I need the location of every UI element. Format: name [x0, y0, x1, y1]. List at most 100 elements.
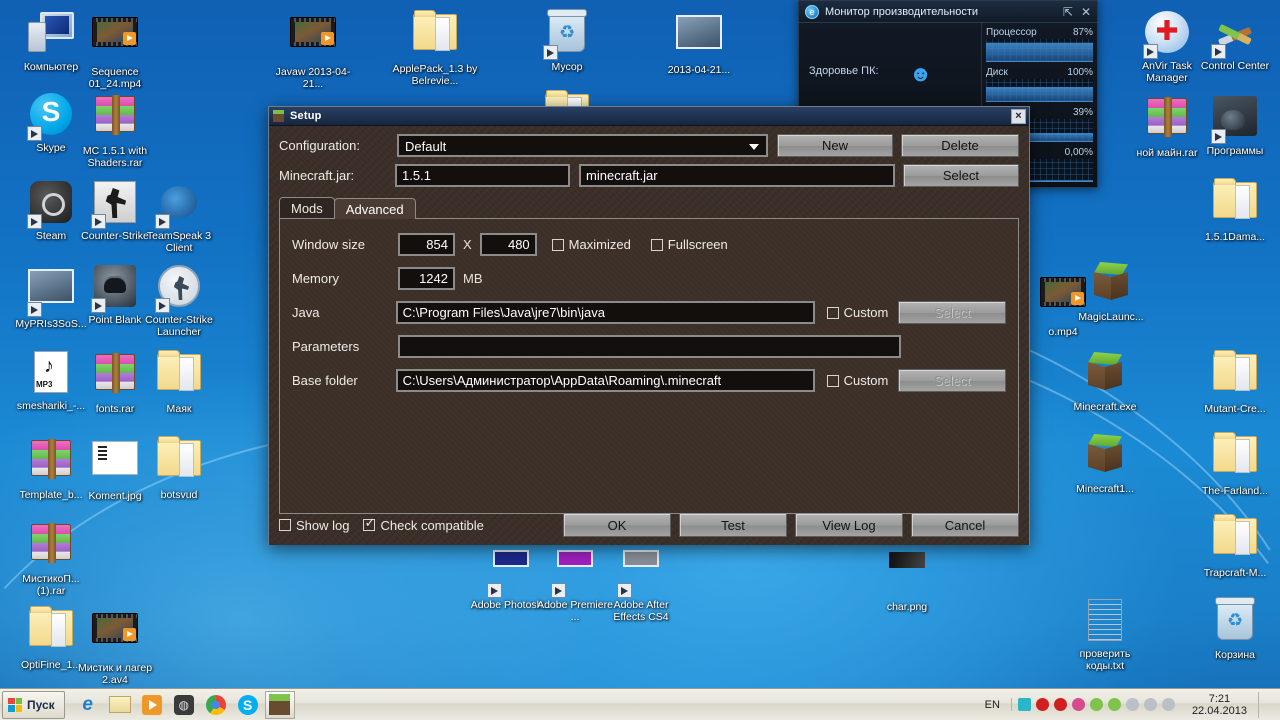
- taskbar[interactable]: Пуск e ◍ S EN 7:21 22.04.2013: [0, 688, 1280, 720]
- test-button[interactable]: Test: [679, 513, 787, 537]
- rar-icon: [1143, 97, 1191, 146]
- desktop-icon[interactable]: Мистик и лагер 2.av4: [72, 604, 158, 686]
- show-desktop-button[interactable]: [1258, 691, 1274, 718]
- fullscreen-label: Fullscreen: [667, 237, 728, 252]
- desktop-icon[interactable]: Counter-Strike Launcher: [136, 262, 222, 338]
- desktop-icon[interactable]: 1.5.1Dama...: [1192, 176, 1278, 244]
- desktop-icon[interactable]: Корзина: [1192, 596, 1278, 662]
- configuration-dropdown[interactable]: Default: [397, 134, 768, 157]
- close-icon[interactable]: ✕: [1081, 5, 1091, 19]
- check-compatible-checkbox-box[interactable]: [363, 516, 376, 531]
- base-folder-custom-checkbox-box[interactable]: [826, 374, 839, 387]
- tab-advanced[interactable]: Advanced: [333, 198, 416, 219]
- tab-mods[interactable]: Mods: [279, 197, 335, 218]
- taskbar-skype-icon[interactable]: S: [233, 691, 263, 719]
- taskbar-chrome-icon[interactable]: [201, 691, 231, 719]
- gauge-value: 39%: [1072, 107, 1093, 118]
- cancel-button[interactable]: Cancel: [911, 513, 1019, 537]
- show-log-checkbox[interactable]: Show log: [279, 518, 349, 533]
- window-width-input[interactable]: [398, 233, 455, 256]
- rar-icon: [27, 439, 75, 488]
- desktop-icon[interactable]: Мусор: [524, 8, 610, 74]
- fullscreen-checkbox-box[interactable]: [650, 238, 663, 251]
- check-compatible-checkbox[interactable]: Check compatible: [363, 516, 484, 533]
- base-folder-input[interactable]: [395, 369, 815, 392]
- tray-update-icon[interactable]: [1089, 698, 1103, 711]
- parameters-input[interactable]: [398, 335, 901, 358]
- steam-icon: [27, 181, 75, 229]
- base-folder-custom-checkbox[interactable]: Custom: [826, 373, 888, 388]
- desktop-icon[interactable]: char.png: [864, 536, 950, 614]
- desktop-icon-label: Minecraft1...: [1076, 483, 1134, 495]
- ok-button[interactable]: OK: [563, 513, 671, 537]
- desktop-icon[interactable]: ApplePack_1.3 by Belrevie...: [392, 8, 478, 87]
- maximized-checkbox[interactable]: Maximized: [551, 237, 631, 252]
- minecraft-grass-icon: [272, 109, 285, 123]
- base-folder-select-button[interactable]: Select: [898, 369, 1006, 392]
- system-tray[interactable]: EN 7:21 22.04.2013: [979, 691, 1280, 718]
- desktop-icon[interactable]: botsvud: [136, 434, 222, 502]
- tray-antivirus-icon[interactable]: [1071, 698, 1085, 711]
- taskbar-clock[interactable]: 7:21 22.04.2013: [1186, 693, 1253, 717]
- taskbar-media-player-icon[interactable]: [137, 691, 167, 719]
- desktop-icon[interactable]: МистикоП... (1).rar: [8, 518, 94, 597]
- setup-titlebar[interactable]: Setup ×: [269, 107, 1029, 126]
- taskbar-world-of-tanks-icon[interactable]: ◍: [169, 691, 199, 719]
- language-indicator[interactable]: EN: [979, 699, 1006, 711]
- tray-shield-red-icon[interactable]: [1035, 698, 1049, 711]
- desktop-icon[interactable]: Программы: [1192, 92, 1278, 158]
- desktop-icon[interactable]: Маяк: [136, 348, 222, 416]
- taskbar-internet-explorer-icon[interactable]: e: [73, 691, 103, 719]
- fullscreen-checkbox[interactable]: Fullscreen: [650, 237, 728, 252]
- minimize-icon[interactable]: ⇱: [1063, 5, 1073, 19]
- clock-date: 22.04.2013: [1191, 704, 1247, 717]
- desktop-icon[interactable]: 2013-04-21...: [656, 8, 742, 77]
- tray-icons[interactable]: [1010, 698, 1181, 711]
- desktop-icon[interactable]: Mutant-Cre...: [1192, 348, 1278, 416]
- memory-input[interactable]: [398, 267, 455, 290]
- gauge-value: 100%: [1067, 67, 1093, 78]
- desktop-icon[interactable]: проверить коды.txt: [1062, 596, 1148, 672]
- shortcut-overlay-icon: [1143, 44, 1158, 59]
- desktop-icon[interactable]: Adobe After Effects CS4: [598, 536, 684, 623]
- minecraft-jar-file-input[interactable]: [579, 164, 895, 187]
- tray-green-check-icon[interactable]: [1107, 698, 1121, 711]
- tray-monitor-icon[interactable]: [1143, 698, 1157, 711]
- desktop-icon-label: Программы: [1206, 145, 1264, 157]
- maximized-checkbox-box[interactable]: [551, 238, 564, 251]
- close-button[interactable]: ×: [1011, 108, 1026, 124]
- tray-flag-icon[interactable]: [1125, 698, 1139, 711]
- photo-icon: [27, 269, 75, 317]
- tray-network-icon[interactable]: [1017, 698, 1031, 711]
- desktop-icon[interactable]: Javaw 2013-04-21...: [270, 8, 356, 90]
- setup-dialog[interactable]: Setup × Configuration: Default New Delet…: [268, 106, 1030, 545]
- chevron-down-icon: [749, 144, 759, 150]
- new-configuration-button[interactable]: New: [777, 134, 893, 157]
- desktop-icon[interactable]: The-Farland...: [1192, 430, 1278, 498]
- java-custom-checkbox-box[interactable]: [826, 306, 839, 319]
- desktop-icon[interactable]: Minecraft1...: [1062, 430, 1148, 496]
- select-jar-button[interactable]: Select: [902, 164, 1019, 187]
- show-log-checkbox-box[interactable]: [279, 519, 291, 531]
- minecraft-version-input[interactable]: [395, 164, 571, 187]
- desktop-icon[interactable]: Trapcraft-M...: [1192, 512, 1278, 580]
- java-path-input[interactable]: [395, 301, 815, 324]
- tray-volume-icon[interactable]: [1161, 698, 1175, 711]
- desktop-icon[interactable]: Minecraft.exe: [1062, 348, 1148, 414]
- view-log-button[interactable]: View Log: [795, 513, 903, 537]
- desktop-icon[interactable]: MC 1.5.1 with Shaders.rar: [72, 90, 158, 169]
- quick-launch-bar[interactable]: e ◍ S: [73, 690, 295, 719]
- desktop-icon[interactable]: MagicLaunc...: [1068, 258, 1154, 324]
- java-custom-checkbox[interactable]: Custom: [826, 305, 888, 320]
- start-button[interactable]: Пуск: [2, 690, 65, 719]
- desktop-icon[interactable]: Sequence 01_24.mp4: [72, 8, 158, 90]
- taskbar-explorer-folder-icon[interactable]: [105, 691, 135, 719]
- desktop-icon[interactable]: Control Center: [1192, 8, 1278, 73]
- setup-tabs[interactable]: Mods Advanced: [279, 197, 1019, 219]
- delete-configuration-button[interactable]: Delete: [901, 134, 1019, 157]
- taskbar-minecraft-icon[interactable]: [264, 690, 295, 719]
- tray-battery-icon[interactable]: [1053, 698, 1067, 711]
- window-height-input[interactable]: [479, 233, 537, 256]
- java-select-button[interactable]: Select: [898, 301, 1006, 324]
- desktop-icon[interactable]: TeamSpeak 3 Client: [136, 178, 222, 254]
